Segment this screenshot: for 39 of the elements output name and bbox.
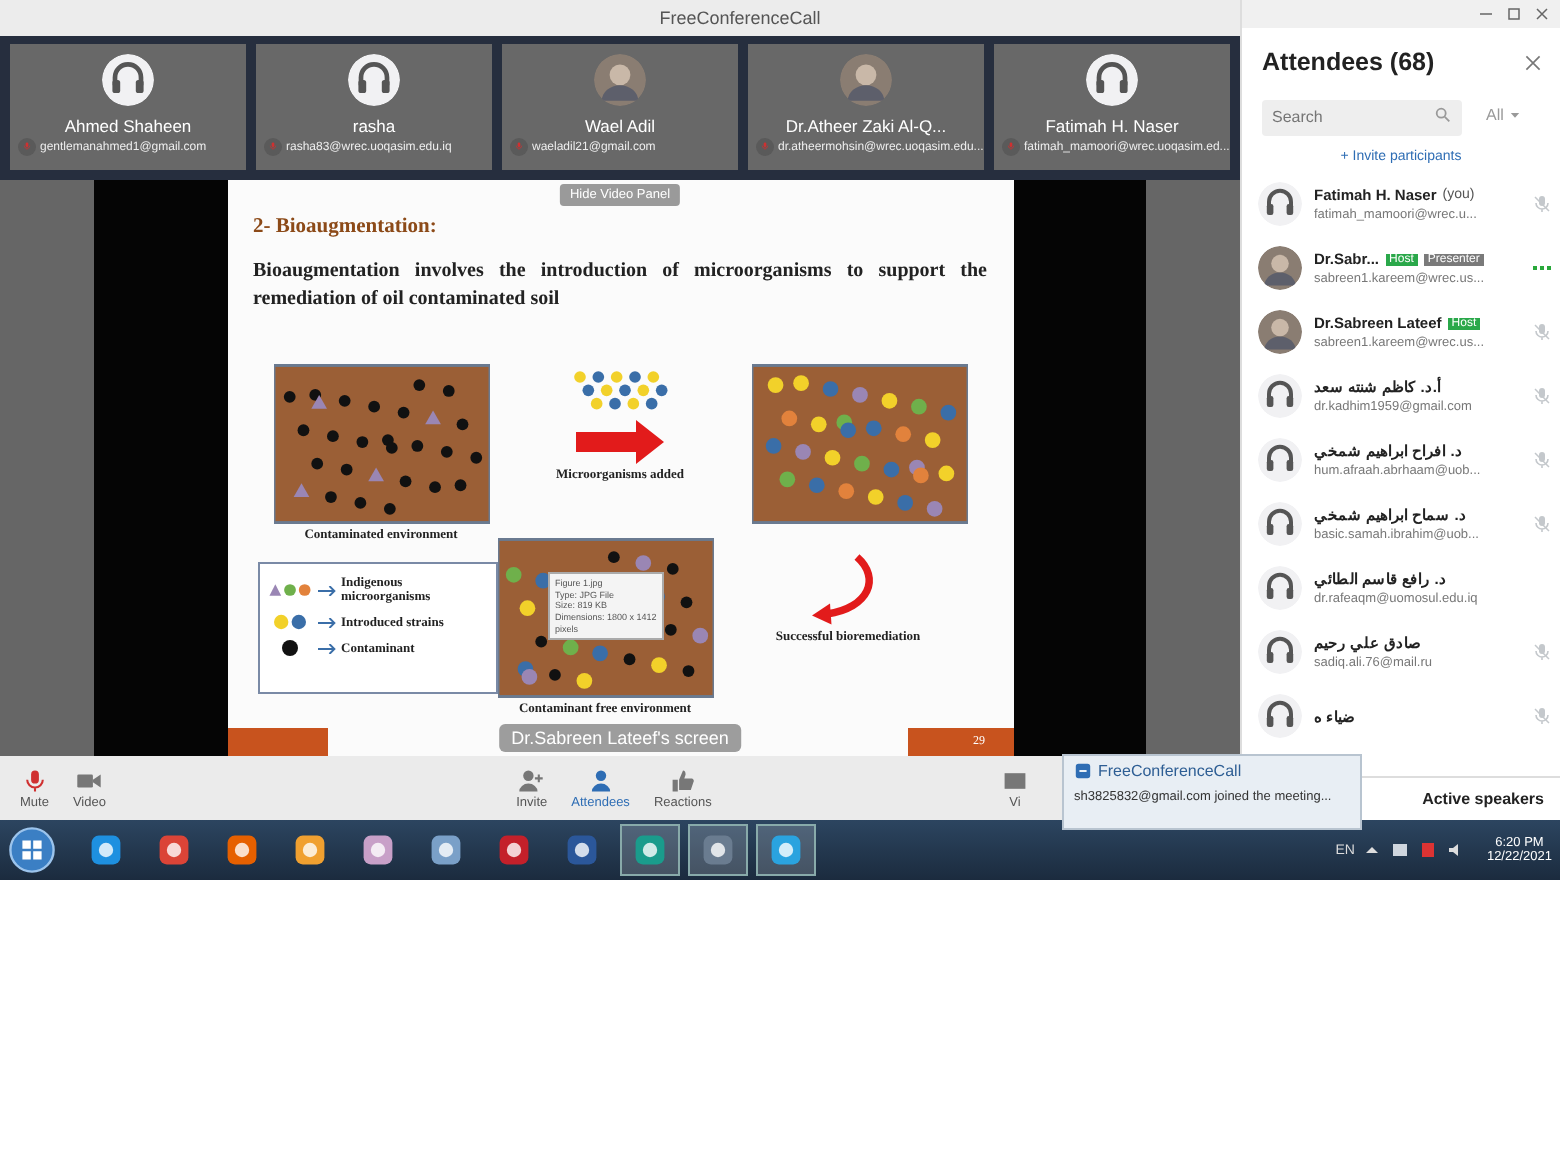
participant-name: rasha [352,116,396,136]
maximize-icon[interactable] [1504,4,1524,24]
notification-title: FreeConferenceCall [1098,762,1242,780]
microbe-icon [267,582,311,598]
app-icon [1074,762,1092,780]
panel-title: Attendees (68) [1262,48,1435,76]
app-icon [632,832,668,868]
add-person-icon [518,767,545,793]
muted-mic-icon [756,138,774,156]
right-arrow-icon [576,420,664,464]
muted-mic-icon [1002,138,1020,156]
arrow-icon [317,617,335,627]
participant-name: Ahmed Shaheen [64,116,192,136]
app-icon [496,832,532,868]
muted-mic-icon [264,138,282,156]
close-icon[interactable] [1532,4,1552,24]
close-icon[interactable] [1522,51,1544,73]
taskbar-app-button[interactable] [688,824,748,876]
arrow-icon [317,585,335,595]
search-icon [1434,105,1452,123]
screen-owner-label: Dr.Sabreen Lateef's screen [499,724,741,752]
arrow-icon [317,643,335,653]
caret-icon [1507,107,1522,121]
participant-name: Wael Adil [584,116,656,136]
search-field[interactable]: Search [1262,99,1462,135]
microphone-icon [21,767,48,793]
participant-name: Dr.Atheer Zaki Al-Q... [785,116,947,136]
thumbs-up-icon [669,767,696,793]
muted-mic-icon [510,138,528,156]
window-title: FreeConferenceCall [659,8,821,28]
slide-heading: 2- Bioaugmentation: [253,216,439,238]
taskbar-app-button[interactable] [620,824,680,876]
person-icon [587,767,614,793]
slide-text: Bioaugmentation involves the introduction of microorganisms to support the remediation of oil contaminated soil [253,258,987,312]
start-button[interactable] [8,826,56,874]
muted-mic-icon [18,138,36,156]
blob-icon [281,640,297,656]
taskbar-app-button[interactable] [756,824,816,876]
participant-name: Fatimah H. Naser [1045,116,1179,136]
